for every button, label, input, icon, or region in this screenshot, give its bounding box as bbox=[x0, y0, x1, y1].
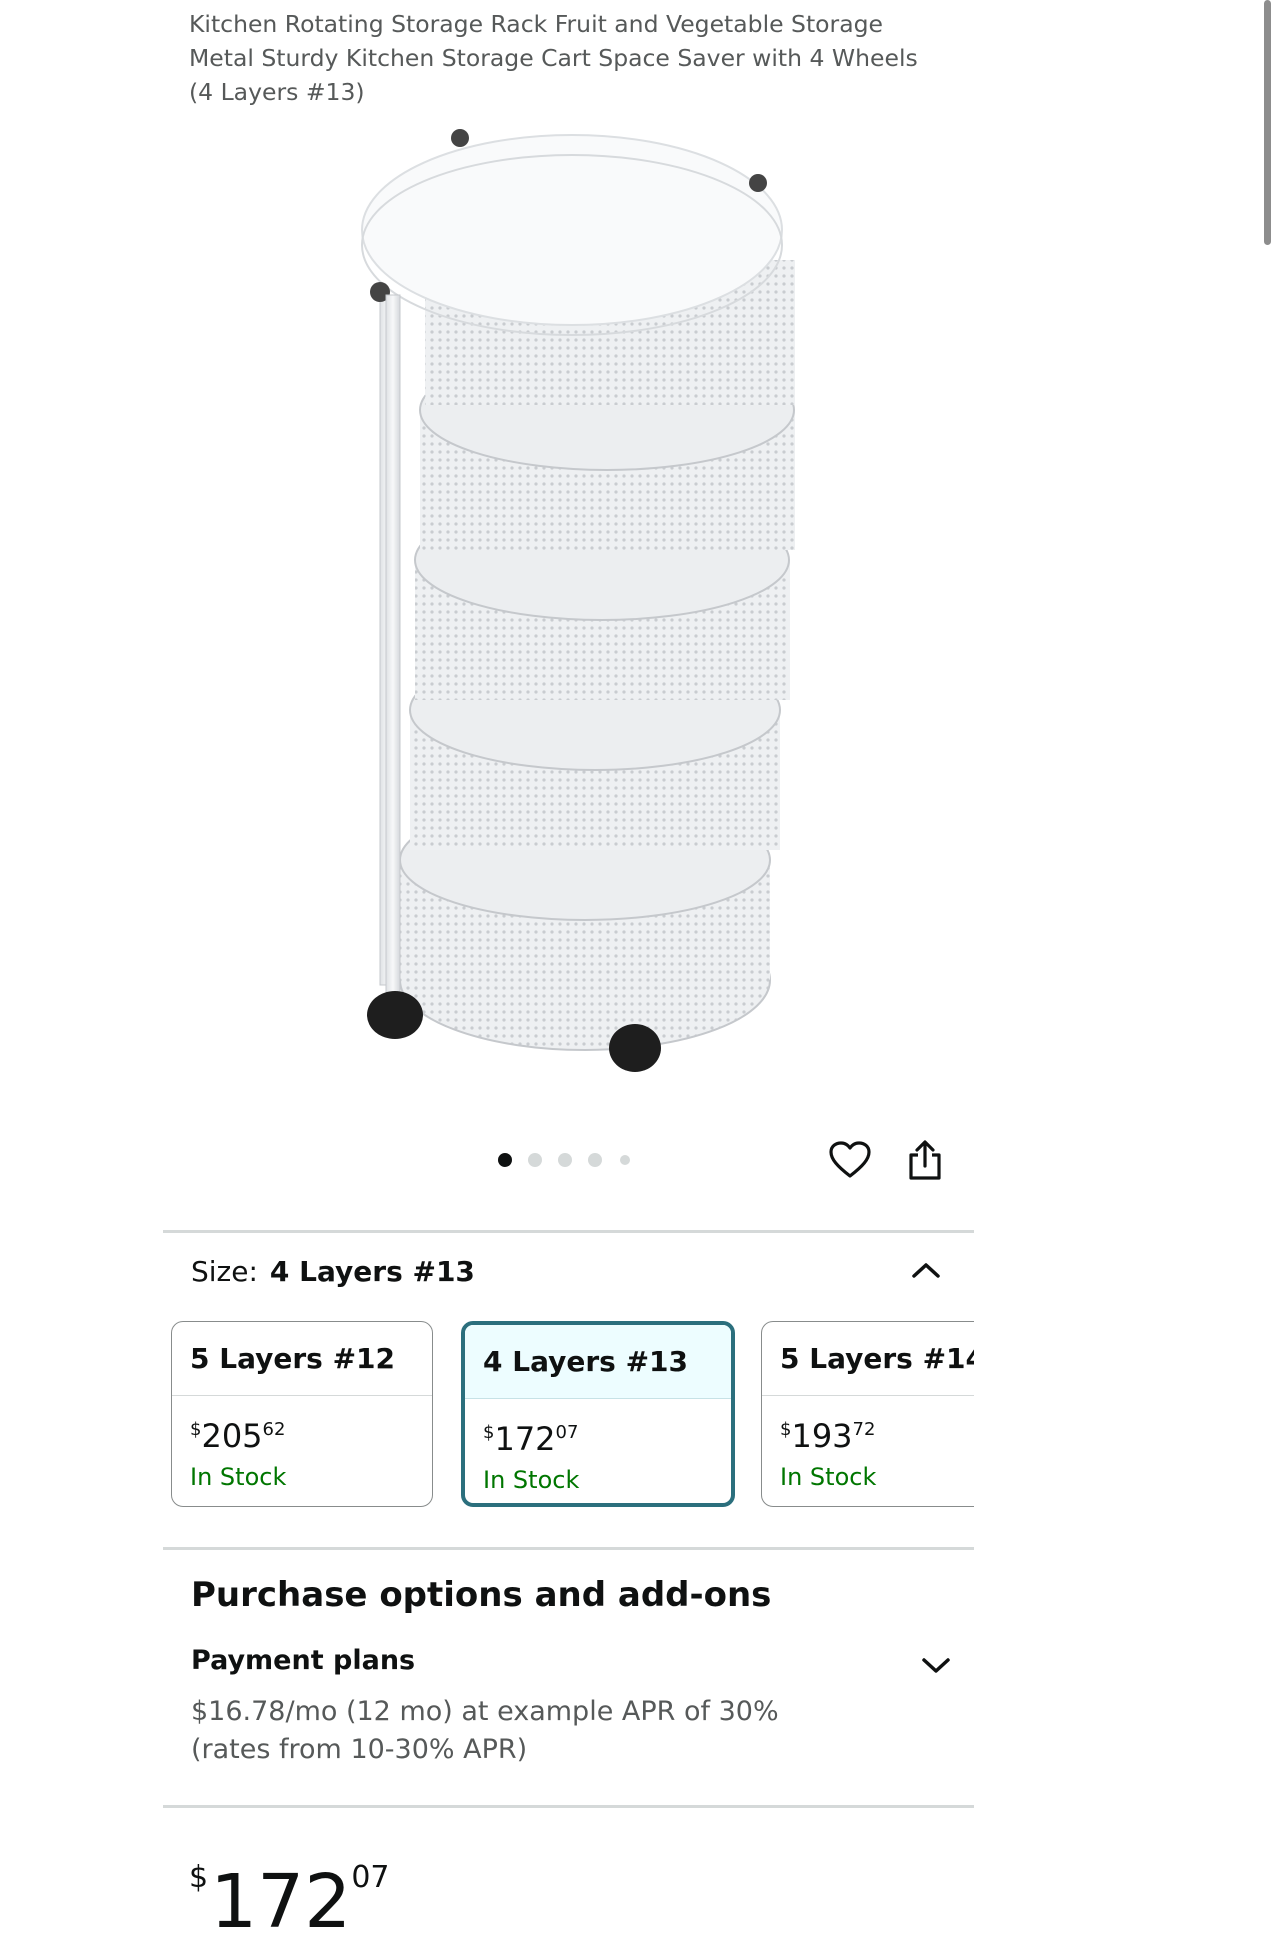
size-option-price: $19372 bbox=[780, 1410, 974, 1456]
size-option-5-layers-12[interactable]: 5 Layers #12 $20562 In Stock bbox=[171, 1321, 433, 1507]
section-divider bbox=[163, 1230, 974, 1233]
price-fraction: 62 bbox=[262, 1419, 286, 1440]
price-whole: 193 bbox=[791, 1417, 853, 1455]
collapse-size-button[interactable] bbox=[906, 1250, 946, 1290]
section-divider bbox=[163, 1547, 974, 1550]
price-whole: 172 bbox=[210, 1859, 352, 1945]
carousel-dot[interactable] bbox=[588, 1153, 602, 1167]
size-label: Size: bbox=[191, 1255, 258, 1288]
size-option-price: $20562 bbox=[190, 1410, 414, 1456]
payment-plans-text: $16.78/mo (12 mo) at example APR of 30% … bbox=[191, 1696, 779, 1765]
size-option-4-layers-13[interactable]: 4 Layers #13 $17207 In Stock bbox=[461, 1321, 735, 1507]
carousel-dot[interactable] bbox=[620, 1155, 630, 1165]
size-selector-header[interactable]: Size: 4 Layers #13 bbox=[191, 1252, 475, 1292]
product-price: $17207 bbox=[189, 1828, 390, 1952]
price-fraction: 07 bbox=[351, 1860, 390, 1895]
stock-status: In Stock bbox=[483, 1466, 580, 1494]
carousel-dot[interactable] bbox=[558, 1153, 572, 1167]
price-fraction: 07 bbox=[555, 1422, 579, 1443]
favorite-button[interactable] bbox=[825, 1135, 875, 1185]
share-icon bbox=[909, 1140, 941, 1180]
currency-symbol: $ bbox=[483, 1422, 495, 1443]
size-options-list[interactable]: 5 Layers #12 $20562 In Stock 4 Layers #1… bbox=[163, 1315, 974, 1525]
heart-icon bbox=[829, 1141, 871, 1178]
size-option-name: 5 Layers #12 bbox=[172, 1322, 432, 1396]
currency-symbol: $ bbox=[190, 1419, 202, 1440]
share-button[interactable] bbox=[900, 1135, 950, 1185]
section-divider bbox=[163, 1805, 974, 1808]
price-whole: 205 bbox=[201, 1417, 263, 1455]
chevron-down-icon bbox=[922, 1658, 950, 1673]
carousel-dot[interactable] bbox=[498, 1153, 512, 1167]
selected-size: 4 Layers #13 bbox=[269, 1255, 475, 1288]
product-image[interactable] bbox=[340, 120, 820, 1090]
size-option-name: 5 Layers #14 bbox=[762, 1322, 974, 1396]
currency-symbol: $ bbox=[780, 1419, 792, 1440]
stock-status: In Stock bbox=[780, 1463, 877, 1491]
currency-symbol: $ bbox=[189, 1860, 209, 1895]
payment-plans-title[interactable]: Payment plans bbox=[191, 1645, 415, 1676]
size-option-5-layers-14[interactable]: 5 Layers #14 $19372 In Stock bbox=[761, 1321, 974, 1507]
product-title: Kitchen Rotating Storage Rack Fruit and … bbox=[189, 10, 918, 106]
price-whole: 172 bbox=[494, 1420, 556, 1458]
size-option-price: $17207 bbox=[483, 1413, 713, 1459]
stock-status: In Stock bbox=[190, 1463, 287, 1491]
chevron-up-icon bbox=[912, 1263, 940, 1278]
expand-payment-plans-button[interactable] bbox=[916, 1646, 956, 1686]
price-fraction: 72 bbox=[852, 1419, 876, 1440]
page-scrollbar[interactable] bbox=[1264, 0, 1271, 245]
purchase-options-heading: Purchase options and add-ons bbox=[191, 1575, 772, 1615]
carousel-dot[interactable] bbox=[528, 1153, 542, 1167]
size-option-name: 4 Layers #13 bbox=[465, 1325, 731, 1399]
